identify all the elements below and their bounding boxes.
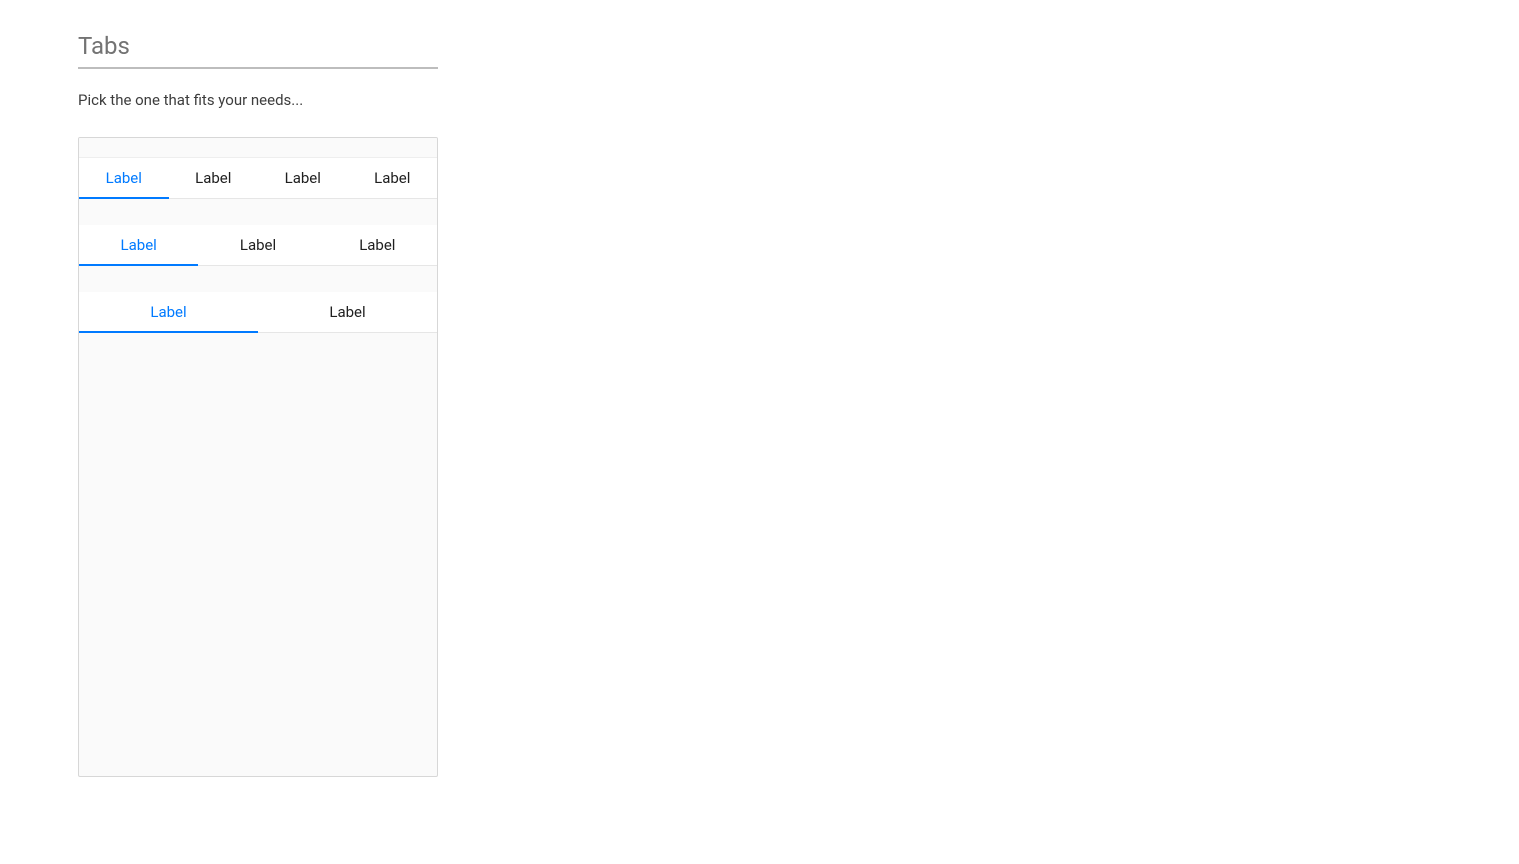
phone-frame: Label Label Label Label Label Label Labe… [78, 137, 438, 777]
tab-bar-2: Label Label [79, 292, 437, 333]
status-bar [79, 138, 437, 158]
tab-bar-4: Label Label Label Label [79, 158, 437, 199]
tab[interactable]: Label [169, 158, 259, 198]
tab[interactable]: Label [198, 225, 317, 265]
tab[interactable]: Label [258, 292, 437, 332]
spacer [79, 266, 437, 292]
section-title: Tabs [78, 32, 1519, 61]
title-rule [78, 67, 438, 69]
tab[interactable]: Label [79, 292, 258, 332]
tab-bar-3: Label Label Label [79, 225, 437, 266]
tab[interactable]: Label [318, 225, 437, 265]
tab[interactable]: Label [258, 158, 348, 198]
tab[interactable]: Label [348, 158, 438, 198]
tab[interactable]: Label [79, 225, 198, 265]
tab[interactable]: Label [79, 158, 169, 198]
section-intro: Pick the one that fits your needs... [78, 91, 1519, 109]
spacer [79, 199, 437, 225]
